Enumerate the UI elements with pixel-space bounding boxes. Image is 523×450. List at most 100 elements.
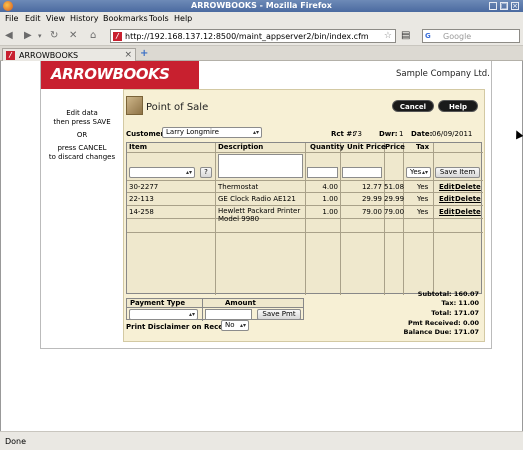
menu-help[interactable]: Help — [174, 14, 192, 23]
tab-label: ARROWBOOKS — [19, 51, 79, 60]
instruction-line-3: OR — [76, 131, 88, 139]
customer-value: Larry Longmire — [166, 128, 219, 136]
arrowbooks-logo: ARROWBOOKS — [41, 61, 199, 89]
print-icon[interactable]: ▤ — [401, 30, 410, 41]
column-description: Description — [218, 143, 264, 151]
search-bar[interactable]: G Google — [422, 29, 520, 43]
row-1-item: 30-2277 — [129, 183, 159, 191]
point-of-sale-icon — [126, 96, 143, 115]
row-3-delete-link[interactable]: Delete — [455, 208, 481, 216]
company-name: Sample Company Ltd. — [396, 69, 490, 79]
row-2-item: 22-113 — [129, 195, 154, 203]
chevron-down-icon: ▴▾ — [239, 322, 246, 329]
window-titlebar: ARROWBOOKS - Mozilla Firefox _ □ × — [0, 0, 523, 12]
amount-label: Amount — [225, 299, 256, 307]
site-favicon-icon: / — [113, 32, 122, 41]
row-3-description-line-2: Model 9980 — [218, 215, 260, 223]
line-items-table: Item Description Quantity Unit Price Pri… — [126, 142, 483, 295]
customer-select[interactable]: Larry Longmire ▴▾ — [162, 127, 262, 138]
row-3-tax: Yes — [417, 208, 429, 216]
page-content: ARROWBOOKS Sample Company Ltd. Edit data… — [0, 61, 523, 431]
row-2-description: GE Clock Radio AE121 — [218, 195, 296, 203]
window-title: ARROWBOOKS - Mozilla Firefox — [191, 1, 332, 10]
close-window-icon[interactable]: × — [511, 2, 519, 10]
row-2-unit-price: 29.99 — [361, 195, 382, 203]
bookmark-star-icon[interactable]: ☆ — [384, 31, 392, 41]
row-3-edit-link[interactable]: Edit — [439, 208, 455, 216]
stop-icon[interactable]: ✕ — [69, 30, 77, 41]
home-icon[interactable]: ⌂ — [90, 30, 96, 41]
row-3-price: 79.00 — [384, 208, 405, 216]
close-tab-icon[interactable]: × — [124, 50, 132, 60]
row-1-delete-link[interactable]: Delete — [455, 183, 481, 191]
balance-due: Balance Due: 171.07 — [403, 328, 479, 336]
row-1-tax: Yes — [417, 183, 429, 191]
dwr-value: 1 — [399, 130, 404, 138]
tax-select[interactable]: Yes ▴▾ — [406, 167, 431, 178]
row-2-delete-link[interactable]: Delete — [455, 195, 481, 203]
minimize-icon[interactable]: _ — [489, 2, 497, 10]
url-text: http://192.168.137.12:8500/maint_appserv… — [125, 32, 369, 41]
customer-label: Customer: — [126, 130, 167, 138]
row-3-description: Hewlett Packard Printer — [218, 207, 301, 215]
menu-history[interactable]: History — [70, 14, 98, 23]
quantity-field[interactable] — [307, 167, 338, 178]
print-disclaimer-value: No — [225, 321, 235, 329]
row-2-price: 29.99 — [384, 195, 405, 203]
chevron-down-icon: ▴▾ — [188, 311, 195, 318]
status-text: Done — [5, 437, 27, 446]
row-1-edit-link[interactable]: Edit — [439, 183, 455, 191]
row-3-unit-price: 79.00 — [361, 208, 382, 216]
amount-field[interactable] — [205, 309, 252, 320]
status-bar: Done — [0, 431, 523, 450]
row-1-unit-price: 12.77 — [361, 183, 382, 191]
navigation-toolbar: ◀ ▶ ▾ ↻ ✕ ⌂ / http://192.168.137.12:8500… — [0, 26, 523, 46]
item-lookup-button[interactable]: ? — [200, 167, 212, 178]
column-item: Item — [129, 143, 147, 151]
app-page: ARROWBOOKS Sample Company Ltd. Edit data… — [40, 61, 492, 349]
item-select[interactable]: ▴▾ — [129, 167, 195, 178]
grand-total: Total: 171.07 — [431, 309, 479, 317]
page-title: Point of Sale — [146, 102, 209, 113]
print-disclaimer-select[interactable]: No ▴▾ — [221, 320, 249, 331]
menu-view[interactable]: View — [46, 14, 65, 23]
menu-bookmarks[interactable]: Bookmarks — [103, 14, 148, 23]
cancel-button[interactable]: Cancel — [392, 100, 434, 112]
instructions: Edit data then press SAVE OR press CANCE… — [41, 109, 123, 162]
date-value: 06/09/2011 — [432, 130, 473, 138]
row-1-quantity: 4.00 — [322, 183, 338, 191]
instruction-line-1: Edit data — [66, 109, 98, 117]
unit-price-field[interactable] — [342, 167, 382, 178]
new-tab-button[interactable]: + — [140, 48, 148, 59]
payment-type-select[interactable]: ▴▾ — [129, 309, 198, 320]
url-bar[interactable]: / http://192.168.137.12:8500/maint_appse… — [110, 29, 396, 43]
row-3-item: 14-258 — [129, 208, 154, 216]
date-label: Date: — [411, 130, 433, 138]
history-dropdown-icon[interactable]: ▾ — [38, 32, 42, 40]
dwr-label: Dwr: — [379, 130, 398, 138]
row-3-quantity: 1.00 — [322, 208, 338, 216]
tab-favicon-icon: / — [6, 51, 15, 60]
search-engine-icon[interactable]: G — [425, 32, 431, 40]
rct-value: 73 — [353, 130, 362, 138]
reload-icon[interactable]: ↻ — [50, 30, 58, 41]
payment-type-label: Payment Type — [130, 299, 186, 307]
instruction-line-2: then press SAVE — [53, 118, 111, 126]
menu-file[interactable]: File — [5, 14, 18, 23]
description-field[interactable] — [218, 154, 303, 178]
chevron-down-icon: ▴▾ — [252, 129, 259, 136]
maximize-icon[interactable]: □ — [500, 2, 508, 10]
forward-icon[interactable]: ▶ — [24, 30, 32, 41]
save-item-button[interactable]: Save Item — [435, 167, 480, 178]
row-2-edit-link[interactable]: Edit — [439, 195, 455, 203]
menu-tools[interactable]: Tools — [149, 14, 169, 23]
save-payment-button[interactable]: Save Pmt — [257, 309, 301, 320]
tab-arrowbooks[interactable]: / ARROWBOOKS × — [2, 48, 136, 62]
payment-received: Pmt Received: 0.00 — [407, 319, 479, 327]
help-button[interactable]: Help — [438, 100, 478, 112]
menu-edit[interactable]: Edit — [25, 14, 41, 23]
column-quantity: Quantity — [310, 143, 345, 151]
back-icon[interactable]: ◀ — [5, 30, 13, 41]
chevron-down-icon: ▴▾ — [185, 169, 192, 176]
tax-select-value: Yes — [410, 168, 422, 176]
